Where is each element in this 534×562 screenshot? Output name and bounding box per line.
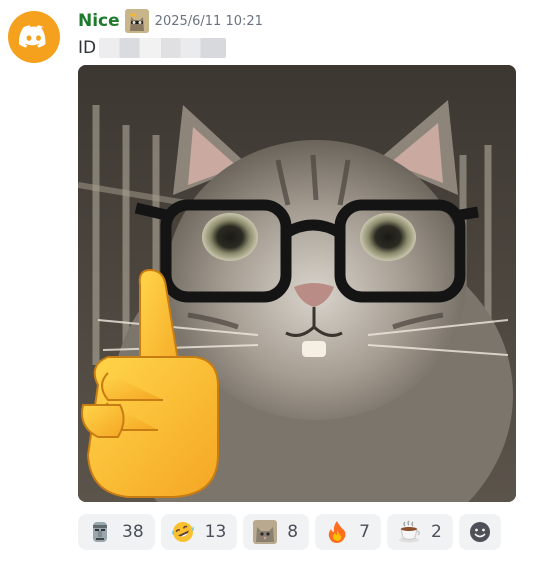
message-timestamp: 2025/6/11 10:21 (154, 13, 263, 29)
moai-icon (93, 522, 107, 542)
cat-sticker-icon (253, 520, 278, 544)
cat-with-glasses-pointing-finger-image (78, 65, 516, 502)
reaction-cat-sticker[interactable]: 8 (243, 514, 310, 550)
cat-sticker-icon[interactable] (124, 9, 149, 33)
redacted-id-block (99, 38, 227, 58)
message-content: ID (78, 38, 227, 58)
reaction-rofl[interactable]: 13 (160, 514, 238, 550)
add-reaction-button[interactable] (458, 514, 501, 550)
message-text-prefix: ID (78, 38, 97, 58)
message-image-attachment[interactable] (78, 65, 516, 502)
rofl-laughing-icon (171, 522, 194, 542)
discord-logo-icon (19, 25, 46, 48)
user-avatar[interactable] (8, 11, 60, 63)
hot-beverage-icon (398, 520, 420, 543)
reaction-count: 2 (430, 522, 442, 542)
reaction-hot-beverage[interactable]: 2 (386, 514, 453, 550)
username[interactable]: Nice (78, 11, 120, 31)
reaction-count: 8 (287, 522, 299, 542)
reaction-fire[interactable]: 7 (315, 514, 381, 550)
reaction-count: 13 (204, 522, 227, 542)
reaction-count: 38 (122, 522, 144, 542)
reaction-bar: 38 13 8 7 2 (78, 514, 501, 550)
message-header: Nice 2025/6/11 10:21 (78, 9, 263, 33)
reaction-count: 7 (359, 522, 370, 542)
reaction-moai[interactable]: 38 (78, 514, 155, 550)
add-reaction-smiley-icon (469, 522, 490, 542)
fire-icon (328, 521, 346, 543)
